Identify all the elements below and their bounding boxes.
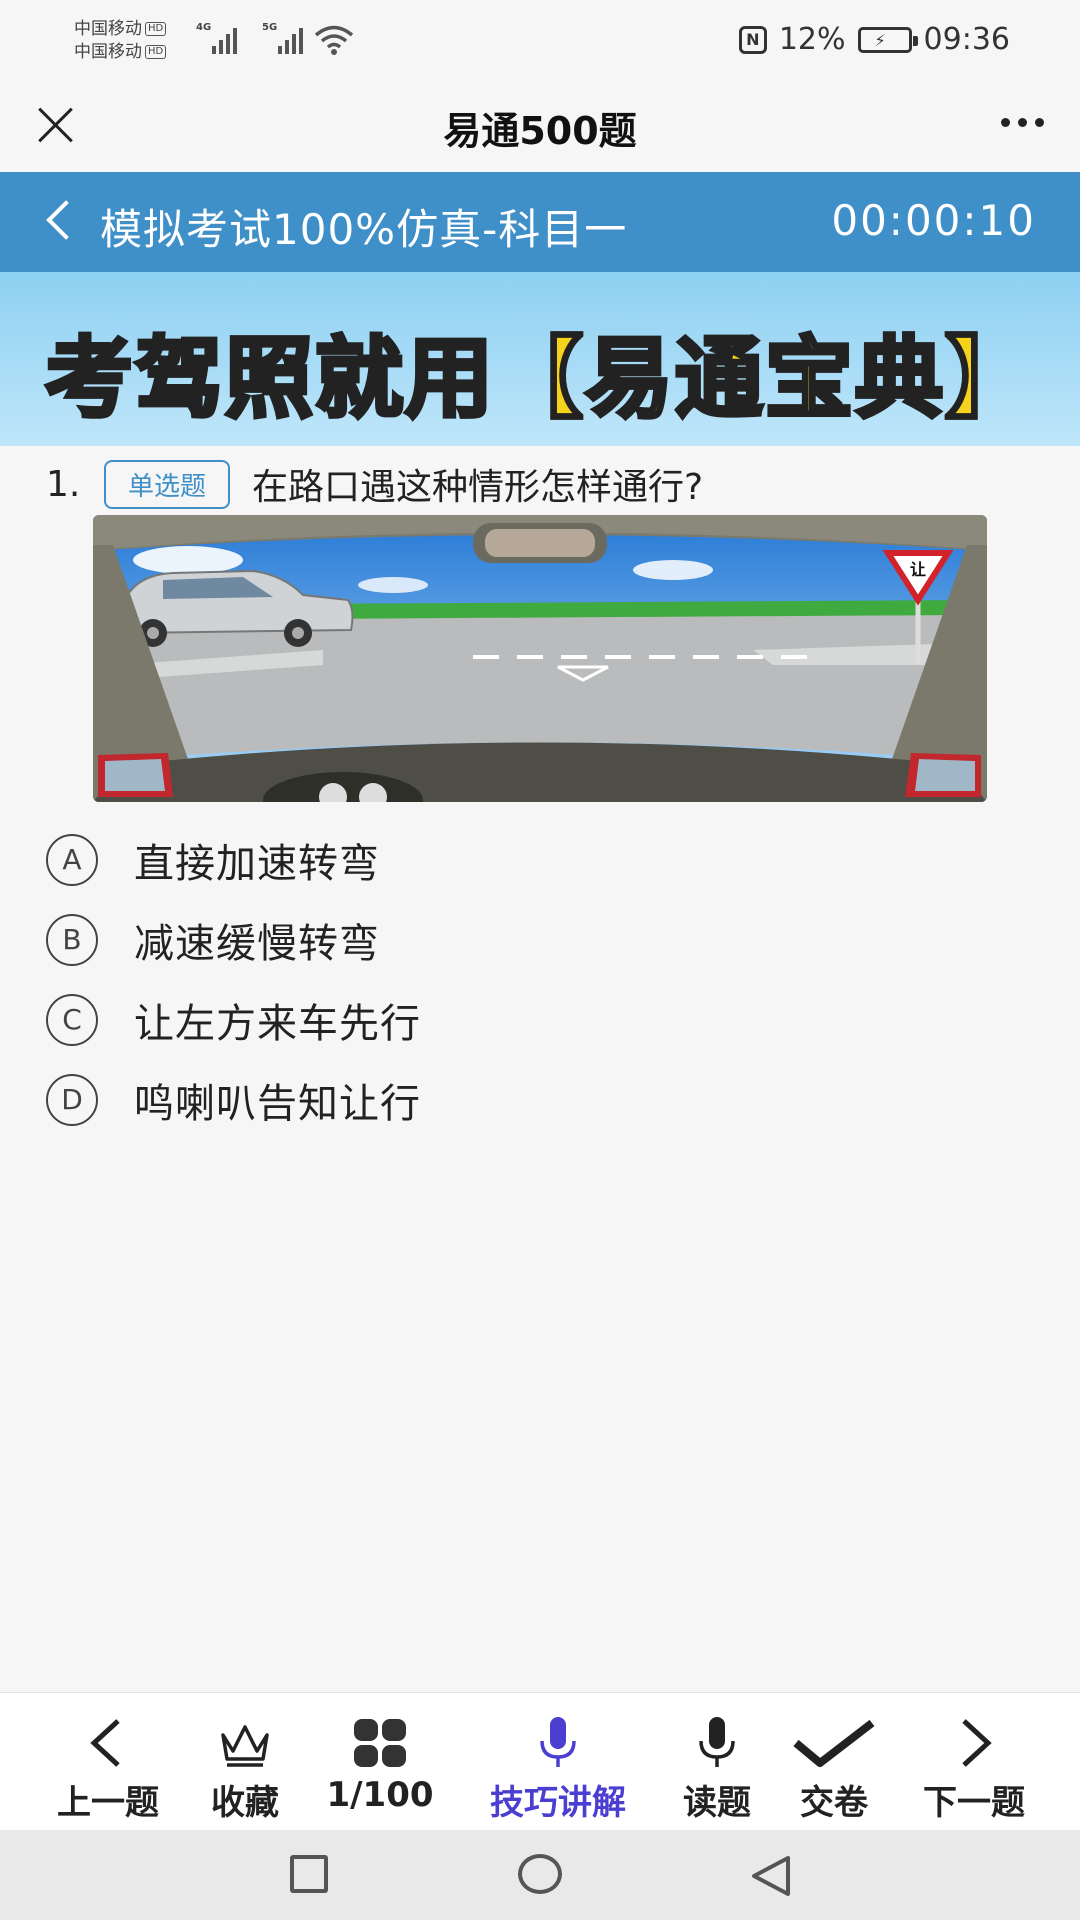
nfc-icon: N: [738, 25, 767, 54]
option-text-b: 减速缓慢转弯: [134, 921, 380, 967]
microphone-icon: [540, 1717, 576, 1767]
question-index-label: 1/100: [326, 1775, 434, 1815]
svg-text:让: 让: [910, 560, 926, 579]
option-text-a: 直接加速转弯: [134, 841, 380, 887]
status-right: N 12% ⚡ 09:36: [738, 22, 1010, 57]
network-5g-label: 5G: [262, 22, 278, 33]
option-letter-d: D: [46, 1074, 98, 1126]
tips-explanation-button[interactable]: 技巧讲解: [470, 1693, 646, 1831]
option-a[interactable]: A 直接加速转弯: [46, 820, 421, 900]
dot-icon: [1035, 118, 1044, 127]
carrier-name-1: 中国移动: [74, 19, 142, 39]
next-question-button[interactable]: 下一题: [894, 1693, 1054, 1831]
system-navigation-bar: [0, 1830, 1080, 1920]
option-letter-b: B: [46, 914, 98, 966]
app-title: 易通500题: [443, 109, 637, 153]
favorite-label: 收藏: [211, 1783, 279, 1823]
checkmark-icon: [793, 1719, 875, 1767]
question-index-button[interactable]: 1/100: [310, 1693, 450, 1831]
ad-banner[interactable]: 考驾照就用【易通宝典】: [0, 272, 1080, 446]
crown-icon: [221, 1725, 269, 1767]
option-letter-c: C: [46, 994, 98, 1046]
previous-question-label: 上一题: [57, 1783, 159, 1823]
status-bar: 中国移动 HD 中国移动 HD 4G 5G N 12% ⚡ 09:36: [0, 0, 1080, 80]
app-topbar: 易通500题: [0, 80, 1080, 172]
hd-badge-2: HD: [145, 45, 167, 59]
battery-percent: 12%: [778, 22, 846, 57]
favorite-button[interactable]: 收藏: [190, 1693, 300, 1831]
bottom-toolbar: 上一题 收藏 1/100 技巧讲解 读题 交卷 下一题: [0, 1692, 1080, 1830]
submit-exam-label: 交卷: [800, 1783, 868, 1823]
submit-exam-button[interactable]: 交卷: [780, 1693, 888, 1831]
recent-apps-button[interactable]: [290, 1855, 328, 1893]
tips-explanation-label: 技巧讲解: [490, 1783, 626, 1823]
read-question-button[interactable]: 读题: [664, 1693, 770, 1831]
option-b[interactable]: B 减速缓慢转弯: [46, 900, 421, 980]
more-options-button[interactable]: [1001, 118, 1044, 127]
exam-timer: 00:00:10: [831, 196, 1036, 245]
intersection-scene-illustration: 让: [93, 515, 987, 802]
carrier-info: 中国移动 HD 中国移动 HD: [74, 18, 167, 64]
previous-question-button[interactable]: 上一题: [30, 1693, 186, 1831]
question-text: 在路口遇这种情形怎样通行?: [252, 467, 704, 508]
clock: 09:36: [923, 22, 1010, 57]
battery-icon: ⚡: [857, 26, 918, 53]
home-button[interactable]: [518, 1854, 562, 1894]
option-letter-a: A: [46, 834, 98, 886]
dot-icon: [1001, 118, 1010, 127]
chevron-left-icon: [90, 1719, 120, 1767]
question-number: 1.: [46, 463, 81, 505]
question-type-badge: 单选题: [104, 459, 231, 509]
microphone-icon: [699, 1717, 735, 1767]
option-d[interactable]: D 鸣喇叭告知让行: [46, 1060, 421, 1140]
answer-options: A 直接加速转弯 B 减速缓慢转弯 C 让左方来车先行 D 鸣喇叭告知让行: [46, 820, 421, 1140]
banner-text: 考驾照就用【易通宝典】: [43, 325, 1035, 432]
back-triangle-icon[interactable]: [748, 1854, 794, 1898]
dot-icon: [1018, 118, 1027, 127]
signal-4g-icon: 4G: [196, 22, 237, 54]
exam-title: 模拟考试100%仿真-科目一: [100, 205, 628, 254]
signal-5g-icon: 5G: [262, 22, 303, 54]
read-question-label: 读题: [683, 1783, 751, 1823]
wifi-icon: [314, 25, 354, 55]
network-4g-label: 4G: [196, 22, 212, 33]
exam-header: 模拟考试100%仿真-科目一 00:00:10: [0, 172, 1080, 272]
grid-icon: [354, 1719, 406, 1767]
next-question-label: 下一题: [923, 1783, 1025, 1823]
back-button[interactable]: [46, 200, 86, 240]
hd-badge-1: HD: [145, 22, 167, 36]
option-text-d: 鸣喇叭告知让行: [134, 1081, 421, 1127]
question-image: 让: [93, 515, 987, 802]
carrier-name-2: 中国移动: [74, 42, 142, 62]
chevron-right-icon: [962, 1719, 992, 1767]
option-c[interactable]: C 让左方来车先行: [46, 980, 421, 1060]
option-text-c: 让左方来车先行: [134, 1001, 421, 1047]
question-header: 1. 单选题 在路口遇这种情形怎样通行?: [46, 458, 703, 510]
